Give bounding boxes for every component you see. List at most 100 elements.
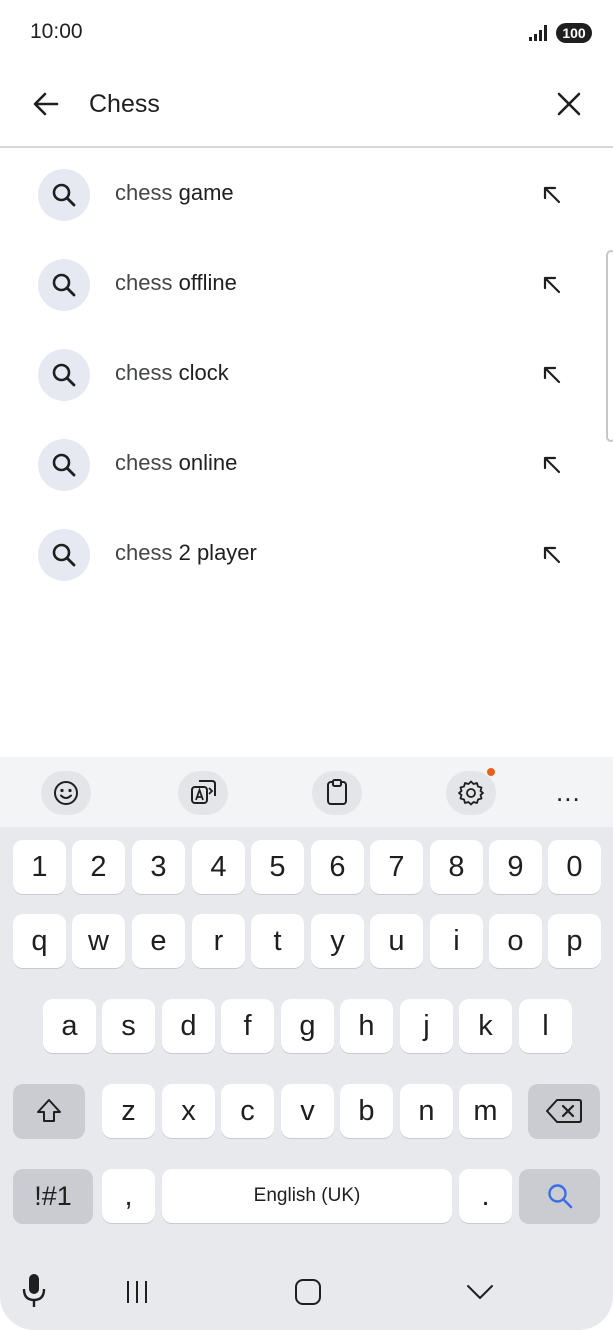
suggestion-item[interactable]: chess clock: [0, 330, 605, 420]
keyboard-toolbar: ...: [0, 757, 613, 827]
key-v[interactable]: v: [281, 1084, 334, 1138]
on-screen-keyboard: ... 1 2 3 4 5 6 7 8 9 0 q w e r t y u i …: [0, 757, 613, 1330]
search-header: [0, 64, 613, 148]
translate-icon: [191, 780, 216, 804]
suggestion-label: chess clock: [115, 360, 229, 385]
search-icon: [38, 169, 90, 221]
hide-keyboard-button[interactable]: [458, 1275, 502, 1309]
key-t[interactable]: t: [251, 914, 304, 968]
key-comma[interactable]: ,: [102, 1169, 155, 1223]
key-9[interactable]: 9: [489, 840, 542, 894]
key-5[interactable]: 5: [251, 840, 304, 894]
backspace-icon: [546, 1099, 582, 1123]
key-d[interactable]: d: [162, 999, 215, 1053]
status-time: 10:00: [30, 20, 83, 43]
key-k[interactable]: k: [459, 999, 512, 1053]
key-1[interactable]: 1: [13, 840, 66, 894]
suggestion-label: chess offline: [115, 270, 237, 295]
key-c[interactable]: c: [221, 1084, 274, 1138]
key-6[interactable]: 6: [311, 840, 364, 894]
key-x[interactable]: x: [162, 1084, 215, 1138]
key-g[interactable]: g: [281, 999, 334, 1053]
fill-query-button[interactable]: [532, 355, 572, 395]
key-7[interactable]: 7: [370, 840, 423, 894]
fill-query-button[interactable]: [532, 535, 572, 575]
arrow-left-icon: [33, 92, 59, 116]
key-2[interactable]: 2: [72, 840, 125, 894]
key-0[interactable]: 0: [548, 840, 601, 894]
shift-icon: [37, 1099, 61, 1122]
home-button[interactable]: [286, 1275, 330, 1309]
fill-query-button[interactable]: [532, 175, 572, 215]
clipboard-icon: [327, 779, 347, 805]
suggestion-item[interactable]: chess online: [0, 420, 605, 510]
fill-query-button[interactable]: [532, 445, 572, 485]
settings-icon: [458, 780, 484, 806]
key-h[interactable]: h: [340, 999, 393, 1053]
voice-input-button[interactable]: [16, 1269, 52, 1313]
emoji-icon: [54, 781, 78, 805]
translate-button[interactable]: [178, 771, 228, 815]
notification-dot: [487, 768, 495, 776]
key-z[interactable]: z: [102, 1084, 155, 1138]
suggestion-item[interactable]: chess offline: [0, 240, 605, 330]
clear-search-button[interactable]: [545, 80, 593, 128]
search-icon: [38, 529, 90, 581]
key-w[interactable]: w: [72, 914, 125, 968]
search-key[interactable]: [519, 1169, 600, 1223]
signal-icon: [529, 25, 547, 41]
search-icon: [38, 439, 90, 491]
scroll-handle[interactable]: [606, 250, 613, 442]
search-icon: [547, 1184, 572, 1209]
suggestion-label: chess game: [115, 180, 234, 205]
shift-key[interactable]: [13, 1084, 85, 1138]
microphone-icon: [22, 1274, 46, 1307]
key-r[interactable]: r: [192, 914, 245, 968]
key-y[interactable]: y: [311, 914, 364, 968]
key-8[interactable]: 8: [430, 840, 483, 894]
key-p[interactable]: p: [548, 914, 601, 968]
home-icon: [295, 1279, 321, 1305]
key-u[interactable]: u: [370, 914, 423, 968]
suggestion-label: chess 2 player: [115, 540, 257, 565]
back-button[interactable]: [22, 80, 70, 128]
key-f[interactable]: f: [221, 999, 274, 1053]
key-4[interactable]: 4: [192, 840, 245, 894]
key-l[interactable]: l: [519, 999, 572, 1053]
key-n[interactable]: n: [400, 1084, 453, 1138]
key-3[interactable]: 3: [132, 840, 185, 894]
more-icon[interactable]: ...: [556, 779, 581, 805]
keyboard-settings-button[interactable]: [446, 771, 496, 815]
suggestion-item[interactable]: chess game: [0, 150, 605, 240]
emoji-button[interactable]: [41, 771, 91, 815]
space-key[interactable]: English (UK): [162, 1169, 452, 1223]
arrow-up-left-icon: [543, 456, 561, 474]
suggestion-label: chess online: [115, 450, 238, 475]
arrow-up-left-icon: [543, 546, 561, 564]
search-input[interactable]: [89, 84, 529, 124]
chevron-down-icon: [467, 1285, 493, 1299]
key-s[interactable]: s: [102, 999, 155, 1053]
recent-apps-button[interactable]: [115, 1277, 159, 1307]
key-m[interactable]: m: [459, 1084, 512, 1138]
key-o[interactable]: o: [489, 914, 542, 968]
suggestion-item[interactable]: chess 2 player: [0, 510, 605, 600]
arrow-up-left-icon: [543, 186, 561, 204]
search-icon: [38, 349, 90, 401]
key-j[interactable]: j: [400, 999, 453, 1053]
key-q[interactable]: q: [13, 914, 66, 968]
arrow-up-left-icon: [543, 366, 561, 384]
fill-query-button[interactable]: [532, 265, 572, 305]
search-icon: [38, 259, 90, 311]
symbols-key[interactable]: !#1: [13, 1169, 93, 1223]
clipboard-button[interactable]: [312, 771, 362, 815]
recent-apps-icon: [127, 1281, 147, 1303]
backspace-key[interactable]: [528, 1084, 600, 1138]
close-icon: [557, 92, 581, 116]
navigation-bar: [0, 1253, 613, 1330]
key-e[interactable]: e: [132, 914, 185, 968]
key-period[interactable]: .: [459, 1169, 512, 1223]
key-a[interactable]: a: [43, 999, 96, 1053]
key-i[interactable]: i: [430, 914, 483, 968]
key-b[interactable]: b: [340, 1084, 393, 1138]
